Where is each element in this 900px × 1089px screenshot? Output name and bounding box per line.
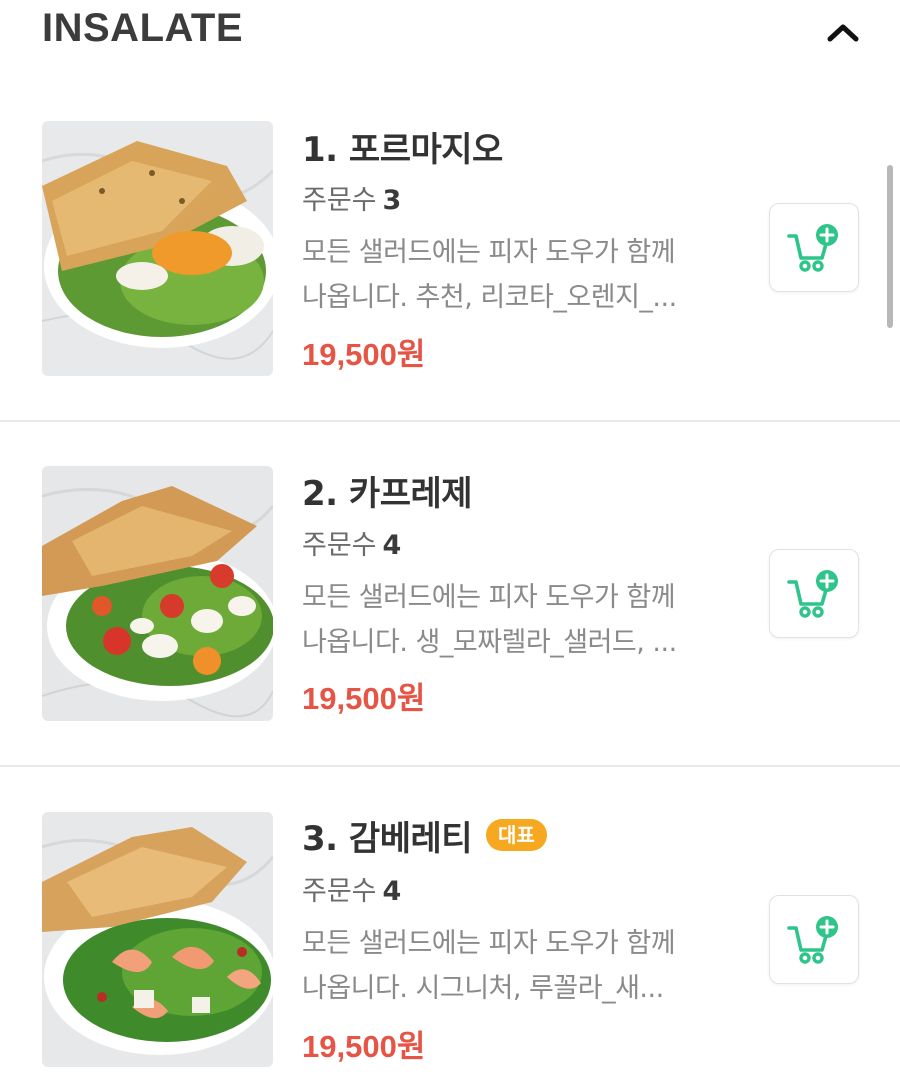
menu-page: INSALATE 1. 포르마지오 주문수 3 모든 샐러드에는 피자 도우가 … — [0, 0, 900, 1089]
order-count-row: 주문수 4 — [302, 526, 401, 566]
add-to-cart-button[interactable] — [769, 549, 859, 638]
item-name[interactable]: 2. 카프레제 — [302, 466, 473, 515]
order-count-label: 주문수 — [302, 876, 377, 907]
description-line: 나옵니다. 시그니처, 루꼴라_새... — [302, 973, 664, 1004]
item-price: 19,500원 — [302, 681, 426, 716]
item-name[interactable]: 3. 감베레티 — [302, 811, 473, 860]
order-count-row: 주문수 4 — [302, 872, 401, 912]
item-description: 모든 샐러드에는 피자 도우가 함께 나옵니다. 생_모짜렐라_샐러드, ... — [302, 575, 742, 665]
add-to-cart-icon — [787, 569, 838, 618]
item-description: 모든 샐러드에는 피자 도우가 함께 나옵니다. 시그니처, 루꼴라_새... — [302, 921, 742, 1011]
divider — [0, 765, 900, 767]
item-image-gamberetti-salad[interactable] — [42, 812, 273, 1067]
description-line: 모든 샐러드에는 피자 도우가 함께 — [302, 582, 676, 613]
order-count-value: 4 — [382, 530, 402, 561]
description-line: 나옵니다. 생_모짜렐라_샐러드, ... — [302, 627, 677, 658]
description-line: 모든 샐러드에는 피자 도우가 함께 — [302, 928, 676, 959]
add-to-cart-button[interactable] — [769, 895, 859, 984]
add-to-cart-icon — [787, 915, 838, 964]
item-price: 19,500원 — [302, 1029, 426, 1064]
item-name-row: 3. 감베레티 대표 — [302, 810, 547, 860]
divider — [0, 420, 900, 422]
signature-badge: 대표 — [486, 819, 547, 851]
scrollbar-thumb[interactable] — [887, 165, 893, 328]
item-image-caprese-salad[interactable] — [42, 466, 273, 721]
order-count-label: 주문수 — [302, 530, 377, 561]
menu-item[interactable]: 3. 감베레티 대표 주문수 4 모든 샐러드에는 피자 도우가 함께 나옵니다.… — [0, 0, 900, 1067]
item-name-row: 2. 카프레제 — [302, 465, 473, 515]
order-count-value: 4 — [382, 876, 402, 907]
